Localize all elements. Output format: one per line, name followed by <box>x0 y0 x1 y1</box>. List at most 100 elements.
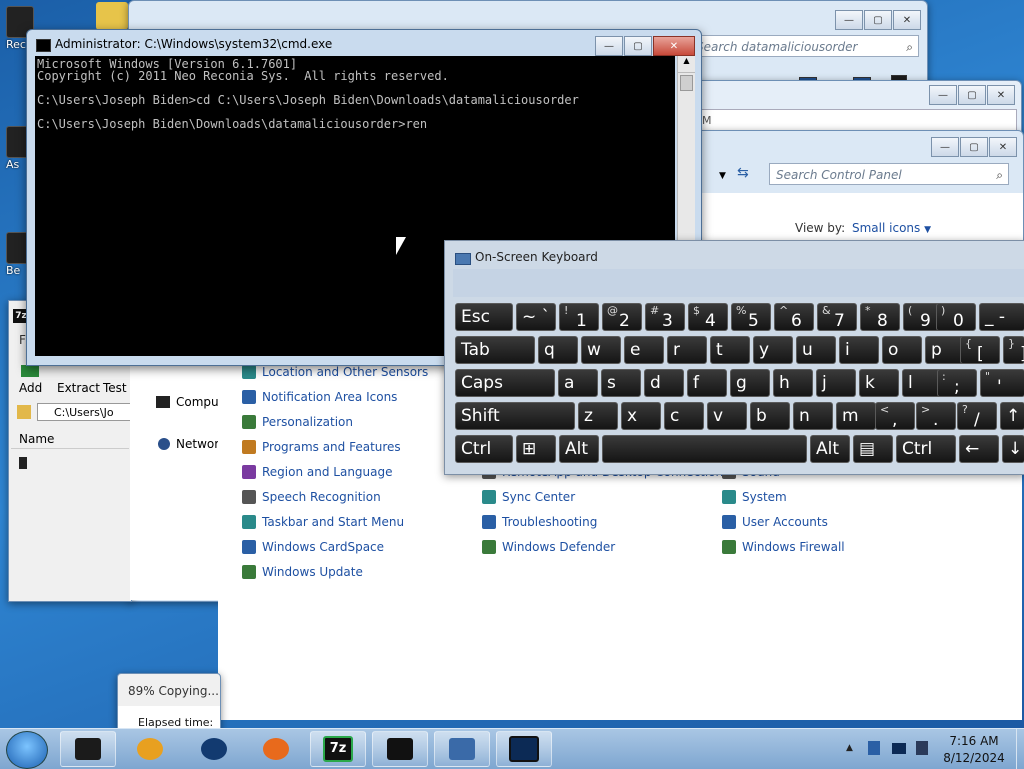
minimize-button[interactable]: — <box>929 85 957 105</box>
osk-key[interactable]: <, <box>875 402 915 430</box>
osk-key[interactable]: ? / <box>957 402 997 430</box>
chevron-down-icon[interactable]: ▼ <box>719 171 726 181</box>
nav-item-computer[interactable]: Compu <box>176 395 219 409</box>
close-button[interactable]: ✕ <box>653 36 695 56</box>
osk-key[interactable]: * 8 <box>860 303 900 331</box>
osk-key[interactable]: j <box>816 369 856 397</box>
osk-key[interactable]: Tab <box>455 336 535 364</box>
osk-key[interactable]: & 7 <box>817 303 857 331</box>
volume-icon[interactable] <box>916 741 928 755</box>
control-panel-item[interactable]: Windows CardSpace <box>242 540 384 554</box>
extract-button[interactable]: Extract <box>57 381 100 395</box>
osk-key[interactable]: ) 0 <box>936 303 976 331</box>
address-bar[interactable]: M <box>697 109 1017 131</box>
control-panel-item[interactable]: Troubleshooting <box>482 515 597 529</box>
osk-key[interactable]: z <box>578 402 618 430</box>
osk-key[interactable]: k <box>859 369 899 397</box>
osk-key[interactable]: ← <box>959 435 999 463</box>
osk-key[interactable]: ↑ <box>1000 402 1024 430</box>
control-panel-item[interactable]: Sync Center <box>482 490 575 504</box>
osk-key[interactable]: {[ <box>960 336 1000 364</box>
control-panel-item[interactable]: Location and Other Sensors <box>242 365 428 379</box>
osk-key[interactable]: Ctrl <box>455 435 513 463</box>
osk-key[interactable]: a <box>558 369 598 397</box>
osk-key[interactable]: s <box>601 369 641 397</box>
osk-key[interactable]: i <box>839 336 879 364</box>
file-icon[interactable] <box>19 457 27 469</box>
osk-key[interactable]: t <box>710 336 750 364</box>
osk-key[interactable]: q <box>538 336 578 364</box>
taskbar-explorer[interactable] <box>60 731 116 767</box>
osk-key[interactable]: n <box>793 402 833 430</box>
column-header-name[interactable]: Name <box>11 429 129 449</box>
clock-date[interactable]: 8/12/2024 <box>940 751 1008 765</box>
control-panel-item[interactable]: Windows Defender <box>482 540 615 554</box>
minimize-button[interactable]: — <box>835 10 863 30</box>
osk-key[interactable]: ! 1 <box>559 303 599 331</box>
test-button[interactable]: Test <box>103 381 127 395</box>
add-button[interactable]: Add <box>19 381 42 395</box>
maximize-button[interactable]: ▢ <box>960 137 988 157</box>
scroll-up-arrow[interactable]: ▲ <box>678 56 695 73</box>
control-panel-item[interactable]: Region and Language <box>242 465 393 479</box>
osk-key[interactable]: " ' <box>980 369 1024 397</box>
control-panel-item[interactable]: Notification Area Icons <box>242 390 397 404</box>
taskbar-media-player[interactable] <box>122 731 178 767</box>
taskbar-firefox[interactable] <box>248 731 304 767</box>
osk-key[interactable]: #3 <box>645 303 685 331</box>
osk-key[interactable]: ⊞ <box>516 435 556 463</box>
view-by-dropdown[interactable]: Small icons ▼ <box>852 221 931 235</box>
flag-icon[interactable] <box>868 741 880 755</box>
osk-key[interactable]: ↓ <box>1002 435 1024 463</box>
osk-key[interactable]: w <box>581 336 621 364</box>
taskbar-cmd[interactable] <box>372 731 428 767</box>
osk-key[interactable]: }] <box>1003 336 1024 364</box>
osk-key[interactable]: c <box>664 402 704 430</box>
osk-key[interactable]: $4 <box>688 303 728 331</box>
up-folder-icon[interactable] <box>17 405 31 419</box>
osk-key[interactable]: Esc <box>455 303 513 331</box>
osk-key[interactable]: e <box>624 336 664 364</box>
osk-key[interactable]: Alt <box>810 435 850 463</box>
folder-icon[interactable] <box>96 2 128 30</box>
control-panel-item[interactable]: Taskbar and Start Menu <box>242 515 404 529</box>
clock-time[interactable]: 7:16 AM <box>944 734 1004 748</box>
control-panel-item[interactable]: Personalization <box>242 415 353 429</box>
taskbar-osk[interactable] <box>434 731 490 767</box>
osk-key[interactable]: f <box>687 369 727 397</box>
control-panel-item[interactable]: Windows Update <box>242 565 363 579</box>
osk-key[interactable]: h <box>773 369 813 397</box>
osk-key[interactable]: v <box>707 402 747 430</box>
osk-key[interactable]: r <box>667 336 707 364</box>
maximize-button[interactable]: ▢ <box>624 36 652 56</box>
osk-key[interactable]: @2 <box>602 303 642 331</box>
osk-key[interactable]: y <box>753 336 793 364</box>
show-desktop-button[interactable] <box>1016 729 1024 769</box>
refresh-icon[interactable]: ⇆ <box>737 165 757 185</box>
osk-key[interactable]: m <box>836 402 876 430</box>
osk-key[interactable]: b <box>750 402 790 430</box>
osk-key[interactable]: p <box>925 336 965 364</box>
control-panel-search-input[interactable]: Search Control Panel ⌕ <box>769 163 1009 185</box>
osk-key[interactable]: Shift <box>455 402 575 430</box>
osk-key[interactable] <box>602 435 807 463</box>
control-panel-item[interactable]: User Accounts <box>722 515 828 529</box>
taskbar-control-panel[interactable] <box>496 731 552 767</box>
osk-key[interactable]: Caps <box>455 369 555 397</box>
taskbar-7zip[interactable]: 7z <box>310 731 366 767</box>
start-button[interactable] <box>6 731 48 769</box>
osk-key[interactable]: _ - <box>979 303 1024 331</box>
taskbar-browser[interactable] <box>186 731 242 767</box>
osk-key[interactable]: ▤ <box>853 435 893 463</box>
maximize-button[interactable]: ▢ <box>958 85 986 105</box>
osk-key[interactable]: d <box>644 369 684 397</box>
control-panel-item[interactable]: Speech Recognition <box>242 490 381 504</box>
control-panel-item[interactable]: Windows Firewall <box>722 540 845 554</box>
osk-key[interactable]: % 5 <box>731 303 771 331</box>
minimize-button[interactable]: — <box>931 137 959 157</box>
close-button[interactable]: ✕ <box>989 137 1017 157</box>
osk-key[interactable]: >. <box>916 402 956 430</box>
close-button[interactable]: ✕ <box>987 85 1015 105</box>
osk-key[interactable]: x <box>621 402 661 430</box>
close-button[interactable]: ✕ <box>893 10 921 30</box>
